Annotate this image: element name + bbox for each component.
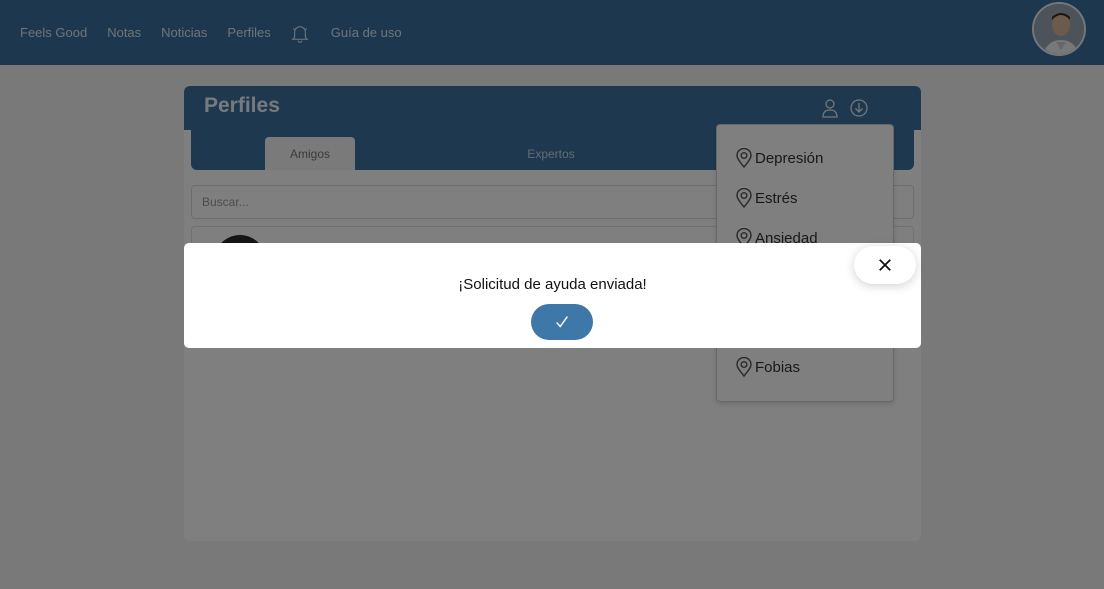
modal-message: ¡Solicitud de ayuda enviada! [458,276,647,293]
check-icon [556,316,568,328]
close-button[interactable] [854,246,916,284]
confirm-button[interactable] [531,304,593,340]
close-icon [879,259,891,271]
success-modal: ¡Solicitud de ayuda enviada! [184,243,921,348]
